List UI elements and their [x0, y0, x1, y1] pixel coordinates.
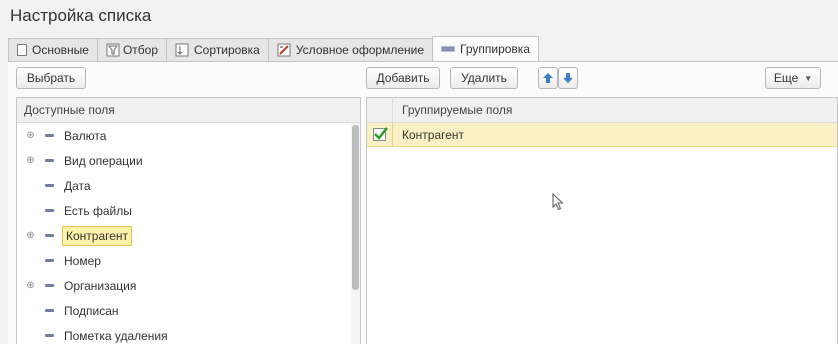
tab-filter[interactable]: Отбор: [96, 38, 167, 61]
filter-icon: [106, 43, 120, 57]
list-item-label: Есть файлы: [64, 204, 132, 218]
list-item-selected[interactable]: ⊕ Контрагент: [17, 223, 360, 248]
list-item-label: Валюта: [64, 129, 107, 143]
conditional-format-icon: [277, 43, 291, 57]
list-item[interactable]: Подписан: [17, 298, 360, 323]
more-button-label: Еще: [773, 71, 799, 85]
arrow-up-icon: [543, 73, 553, 83]
list-item[interactable]: ⊕ Валюта: [17, 123, 360, 148]
field-icon: [45, 259, 54, 262]
sort-icon: [175, 43, 189, 57]
select-button[interactable]: Выбрать: [16, 67, 86, 89]
grouped-fields-header-label: Группируемые поля: [402, 103, 513, 117]
expand-icon[interactable]: ⊕: [26, 131, 35, 141]
checkbox-cell: [367, 123, 393, 146]
list-item-label: Подписан: [64, 304, 119, 318]
grouped-fields-header: Группируемые поля: [367, 98, 837, 123]
expand-icon[interactable]: ⊕: [26, 281, 35, 291]
tab-filter-label: Отбор: [122, 43, 158, 57]
tab-conditional-format[interactable]: Условное оформление: [267, 38, 433, 61]
more-button[interactable]: Еще ▼: [765, 67, 821, 89]
list-item-label: Вид операции: [64, 154, 143, 168]
tab-conditional-format-label: Условное оформление: [295, 43, 424, 57]
checkbox-column-header: [367, 98, 393, 122]
grouped-fields-list: Группируемые поля Контрагент: [366, 97, 838, 344]
field-icon: [45, 159, 54, 162]
vertical-scrollbar[interactable]: [351, 123, 360, 344]
document-icon: [17, 44, 27, 56]
field-icon: [45, 184, 54, 187]
window-title: Настройка списка: [10, 6, 152, 25]
grouping-panel: Выбрать Добавить Удалить Еще ▼ Доступные…: [8, 61, 838, 344]
move-up-button[interactable]: [538, 67, 558, 89]
list-item[interactable]: Пометка удаления: [17, 323, 360, 344]
tab-sort[interactable]: Сортировка: [166, 38, 269, 61]
tab-main[interactable]: Основные: [8, 38, 98, 61]
field-icon: [45, 134, 54, 137]
field-icon: [45, 334, 54, 337]
list-item-label: Контрагент: [62, 226, 133, 246]
list-item[interactable]: Есть файлы: [17, 198, 360, 223]
row-checkbox[interactable]: [373, 127, 388, 141]
field-icon: [45, 284, 54, 287]
grouping-icon: [441, 42, 455, 56]
tab-bar: Основные Отбор Сортировка Условное оформ…: [8, 36, 539, 61]
list-item-label: Дата: [64, 179, 91, 193]
list-item-label: Пометка удаления: [64, 329, 168, 343]
list-item-label: Организация: [64, 279, 137, 293]
move-down-button[interactable]: [558, 67, 578, 89]
table-row[interactable]: Контрагент: [367, 123, 837, 147]
tab-grouping[interactable]: Группировка: [432, 36, 539, 61]
tab-main-label: Основные: [32, 43, 89, 57]
delete-button[interactable]: Удалить: [450, 67, 518, 89]
list-item-label: Номер: [64, 254, 101, 268]
checkmark-icon: [374, 127, 388, 140]
arrow-down-icon: [563, 73, 573, 83]
row-label: Контрагент: [402, 127, 465, 142]
list-item[interactable]: ⊕ Вид операции: [17, 148, 360, 173]
expand-icon[interactable]: ⊕: [26, 231, 35, 241]
scrollbar-thumb[interactable]: [352, 125, 359, 290]
field-icon: [45, 309, 54, 312]
available-fields-list: Доступные поля ⊕ Валюта ⊕ Вид операции Д…: [16, 97, 361, 344]
field-icon: [45, 234, 54, 237]
list-item[interactable]: ⊕ Организация: [17, 273, 360, 298]
mouse-cursor-icon: [552, 193, 564, 211]
tab-grouping-label: Группировка: [460, 42, 530, 56]
expand-icon[interactable]: ⊕: [26, 156, 35, 166]
available-fields-header: Доступные поля: [17, 98, 360, 123]
list-item[interactable]: Номер: [17, 248, 360, 273]
caret-down-icon: ▼: [804, 73, 813, 83]
field-icon: [45, 209, 54, 212]
add-button[interactable]: Добавить: [366, 67, 440, 89]
tab-sort-label: Сортировка: [194, 43, 260, 57]
list-item[interactable]: Дата: [17, 173, 360, 198]
